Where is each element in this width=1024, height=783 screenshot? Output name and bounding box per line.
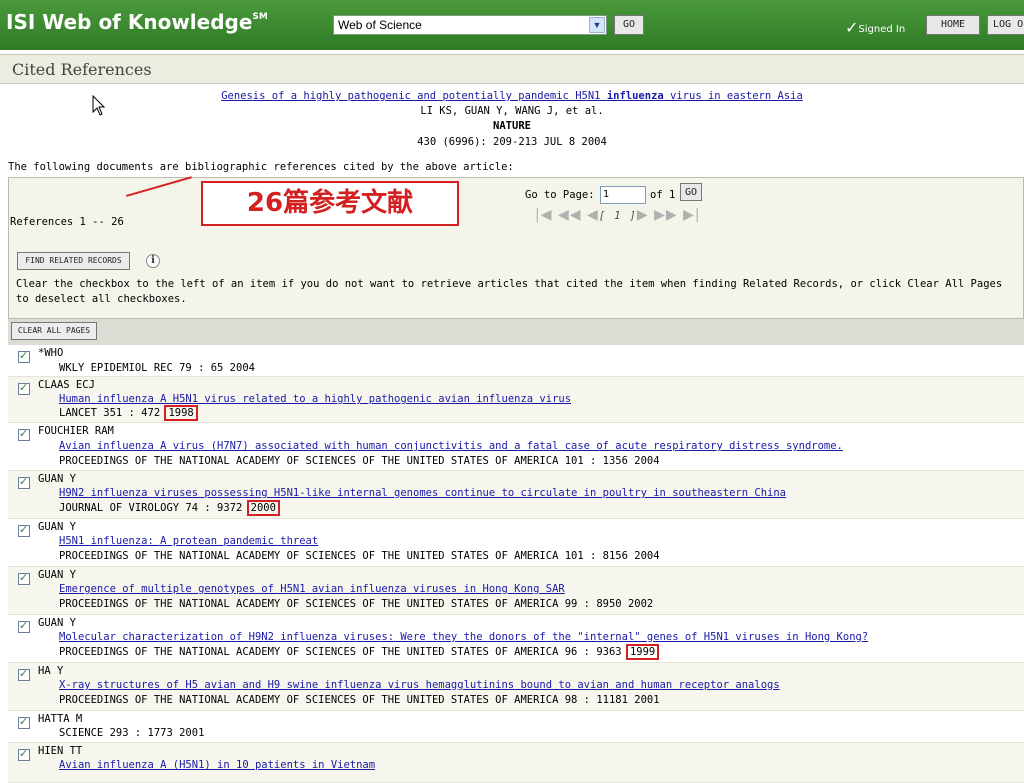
find-related-records-button[interactable]: FIND RELATED RECORDS <box>17 252 130 270</box>
logout-button[interactable]: LOG O <box>987 15 1024 35</box>
reference-author: HA Y <box>38 665 64 677</box>
clear-all-bar <box>8 319 1024 345</box>
reference-author: GUAN Y <box>38 473 76 485</box>
prev-ten-pages-icon[interactable]: ◀◀ <box>558 207 582 223</box>
reference-author: GUAN Y <box>38 569 76 581</box>
references-list: *WHO WKLY EPIDEMIOL REC 79 : 65 2004 CLA… <box>8 345 1024 783</box>
brand-name: ISI Web of Knowledge <box>6 10 253 34</box>
reference-checkbox[interactable] <box>18 619 30 633</box>
article-authors: LI KS, GUAN Y, WANG J, et al. <box>420 105 604 117</box>
reference-checkbox[interactable] <box>18 475 30 489</box>
next-page-icon[interactable]: ▶ <box>637 207 649 223</box>
reference-checkbox[interactable] <box>18 427 30 441</box>
reference-author: GUAN Y <box>38 521 76 533</box>
reference-source: WKLY EPIDEMIOL REC 79 : 65 2004 <box>59 362 255 374</box>
annotation-box: 26篇参考文献 <box>201 181 459 226</box>
pager: |◀ ◀◀ ◀[ 1 ]▶ ▶▶ ▶| <box>535 207 701 223</box>
reference-title-link[interactable]: H5N1 influenza: A protean pandemic threa… <box>59 535 318 547</box>
reference-source: PROCEEDINGS OF THE NATIONAL ACADEMY OF S… <box>59 646 628 658</box>
reference-checkbox[interactable] <box>18 747 30 761</box>
highlighted-year: 2000 <box>246 500 280 516</box>
info-icon[interactable]: i <box>146 254 160 268</box>
database-select-value: Web of Science <box>338 18 422 32</box>
top-bar: ISI Web of KnowledgeSM Web of Science ▼ G… <box>0 0 1024 50</box>
reference-author: CLAAS ECJ <box>38 379 95 391</box>
reference-title-link[interactable]: Avian influenza A virus (H7N7) associate… <box>59 440 843 452</box>
reference-row: HA Y X-ray structures of H5 avian and H9… <box>8 663 1024 711</box>
database-select[interactable]: Web of Science ▼ <box>333 15 607 35</box>
highlighted-year: 1998 <box>164 405 198 421</box>
article-title-post: virus in eastern Asia <box>663 90 803 102</box>
reference-source: PROCEEDINGS OF THE NATIONAL ACADEMY OF S… <box>59 550 660 562</box>
reference-checkbox[interactable] <box>18 381 30 395</box>
reference-author: FOUCHIER RAM <box>38 425 114 437</box>
goto-page-go-button[interactable]: GO <box>680 183 702 201</box>
reference-row: GUAN Y Emergence of multiple genotypes o… <box>8 567 1024 615</box>
reference-checkbox[interactable] <box>18 667 30 681</box>
reference-title-link[interactable]: X-ray structures of H5 avian and H9 swin… <box>59 679 780 691</box>
reference-source: PROCEEDINGS OF THE NATIONAL ACADEMY OF S… <box>59 694 660 706</box>
reference-author: *WHO <box>38 347 64 359</box>
reference-checkbox[interactable] <box>18 349 30 363</box>
article-journal: NATURE <box>493 120 531 132</box>
current-page-indicator: [ 1 ] <box>598 209 637 222</box>
intro-text: The following documents are bibliographi… <box>8 161 514 173</box>
first-page-icon[interactable]: |◀ <box>535 207 552 223</box>
article-title-link[interactable]: Genesis of a highly pathogenic and poten… <box>0 90 1024 102</box>
checkmark-icon: ✓ <box>845 18 859 37</box>
reference-source-line: LANCET 351 : 472 1998 <box>59 405 198 421</box>
reference-title-link[interactable]: H9N2 influenza viruses possessing H5N1-l… <box>59 487 786 499</box>
last-page-icon[interactable]: ▶| <box>683 207 700 223</box>
reference-title-link[interactable]: Avian influenza A (H5N1) in 10 patients … <box>59 759 375 771</box>
reference-title-link[interactable]: Emergence of multiple genotypes of H5N1 … <box>59 583 565 595</box>
page-number-input[interactable]: 1 <box>600 186 646 204</box>
article-title-pre: Genesis of a highly pathogenic and poten… <box>221 90 607 102</box>
reference-checkbox[interactable] <box>18 571 30 585</box>
reference-author: GUAN Y <box>38 617 76 629</box>
reference-row: CLAAS ECJ Human influenza A H5N1 virus r… <box>8 377 1024 423</box>
brand-sup: SM <box>252 12 268 22</box>
brand-logo[interactable]: ISI Web of KnowledgeSM <box>6 10 268 34</box>
page-title: Cited References <box>12 60 152 79</box>
reference-row: GUAN Y H9N2 influenza viruses possessing… <box>8 471 1024 519</box>
reference-row: HATTA M SCIENCE 293 : 1773 2001 <box>8 711 1024 743</box>
prev-page-icon[interactable]: ◀ <box>587 207 599 223</box>
reference-source-line: JOURNAL OF VIROLOGY 74 : 9372 2000 <box>59 500 280 516</box>
reference-checkbox[interactable] <box>18 523 30 537</box>
reference-source: LANCET 351 : 472 <box>59 407 167 419</box>
signed-in-status: ✓Signed In <box>845 17 906 37</box>
reference-source: PROCEEDINGS OF THE NATIONAL ACADEMY OF S… <box>59 598 654 610</box>
goto-page-label: Go to Page: <box>525 189 595 201</box>
reference-checkbox[interactable] <box>18 715 30 729</box>
reference-row: GUAN Y H5N1 influenza: A protean pandemi… <box>8 519 1024 567</box>
home-button[interactable]: HOME <box>926 15 980 35</box>
go-button[interactable]: GO <box>614 15 644 35</box>
reference-row: *WHO WKLY EPIDEMIOL REC 79 : 65 2004 <box>8 345 1024 377</box>
reference-row: HIEN TT Avian influenza A (H5N1) in 10 p… <box>8 743 1024 783</box>
reference-source: JOURNAL OF VIROLOGY 74 : 9372 <box>59 502 249 514</box>
article-citation: 430 (6996): 209-213 JUL 8 2004 <box>417 136 607 148</box>
reference-row: GUAN Y Molecular characterization of H9N… <box>8 615 1024 663</box>
reference-author: HIEN TT <box>38 745 83 757</box>
signed-in-label: Signed In <box>858 24 906 35</box>
article-title-bold: influenza <box>606 90 664 102</box>
next-ten-pages-icon[interactable]: ▶▶ <box>654 207 678 223</box>
reference-source: SCIENCE 293 : 1773 2001 <box>59 727 205 739</box>
clear-instructions: Clear the checkbox to the left of an ite… <box>16 278 1003 305</box>
clear-all-pages-button[interactable]: CLEAR ALL PAGES <box>11 322 97 340</box>
reference-author: HATTA M <box>38 713 83 725</box>
reference-title-link[interactable]: Human influenza A H5N1 virus related to … <box>59 393 571 405</box>
reference-source: PROCEEDINGS OF THE NATIONAL ACADEMY OF S… <box>59 455 660 467</box>
reference-title-link[interactable]: Molecular characterization of H9N2 influ… <box>59 631 868 643</box>
chevron-down-icon[interactable]: ▼ <box>589 17 605 33</box>
references-range: References 1 -- 26 <box>10 216 124 228</box>
reference-row: FOUCHIER RAM Avian influenza A virus (H7… <box>8 423 1024 471</box>
page-title-bar: Cited References <box>0 54 1024 84</box>
highlighted-year: 1999 <box>625 644 660 660</box>
page-total-label: of 1 <box>650 189 676 201</box>
reference-source-line: PROCEEDINGS OF THE NATIONAL ACADEMY OF S… <box>59 644 660 660</box>
